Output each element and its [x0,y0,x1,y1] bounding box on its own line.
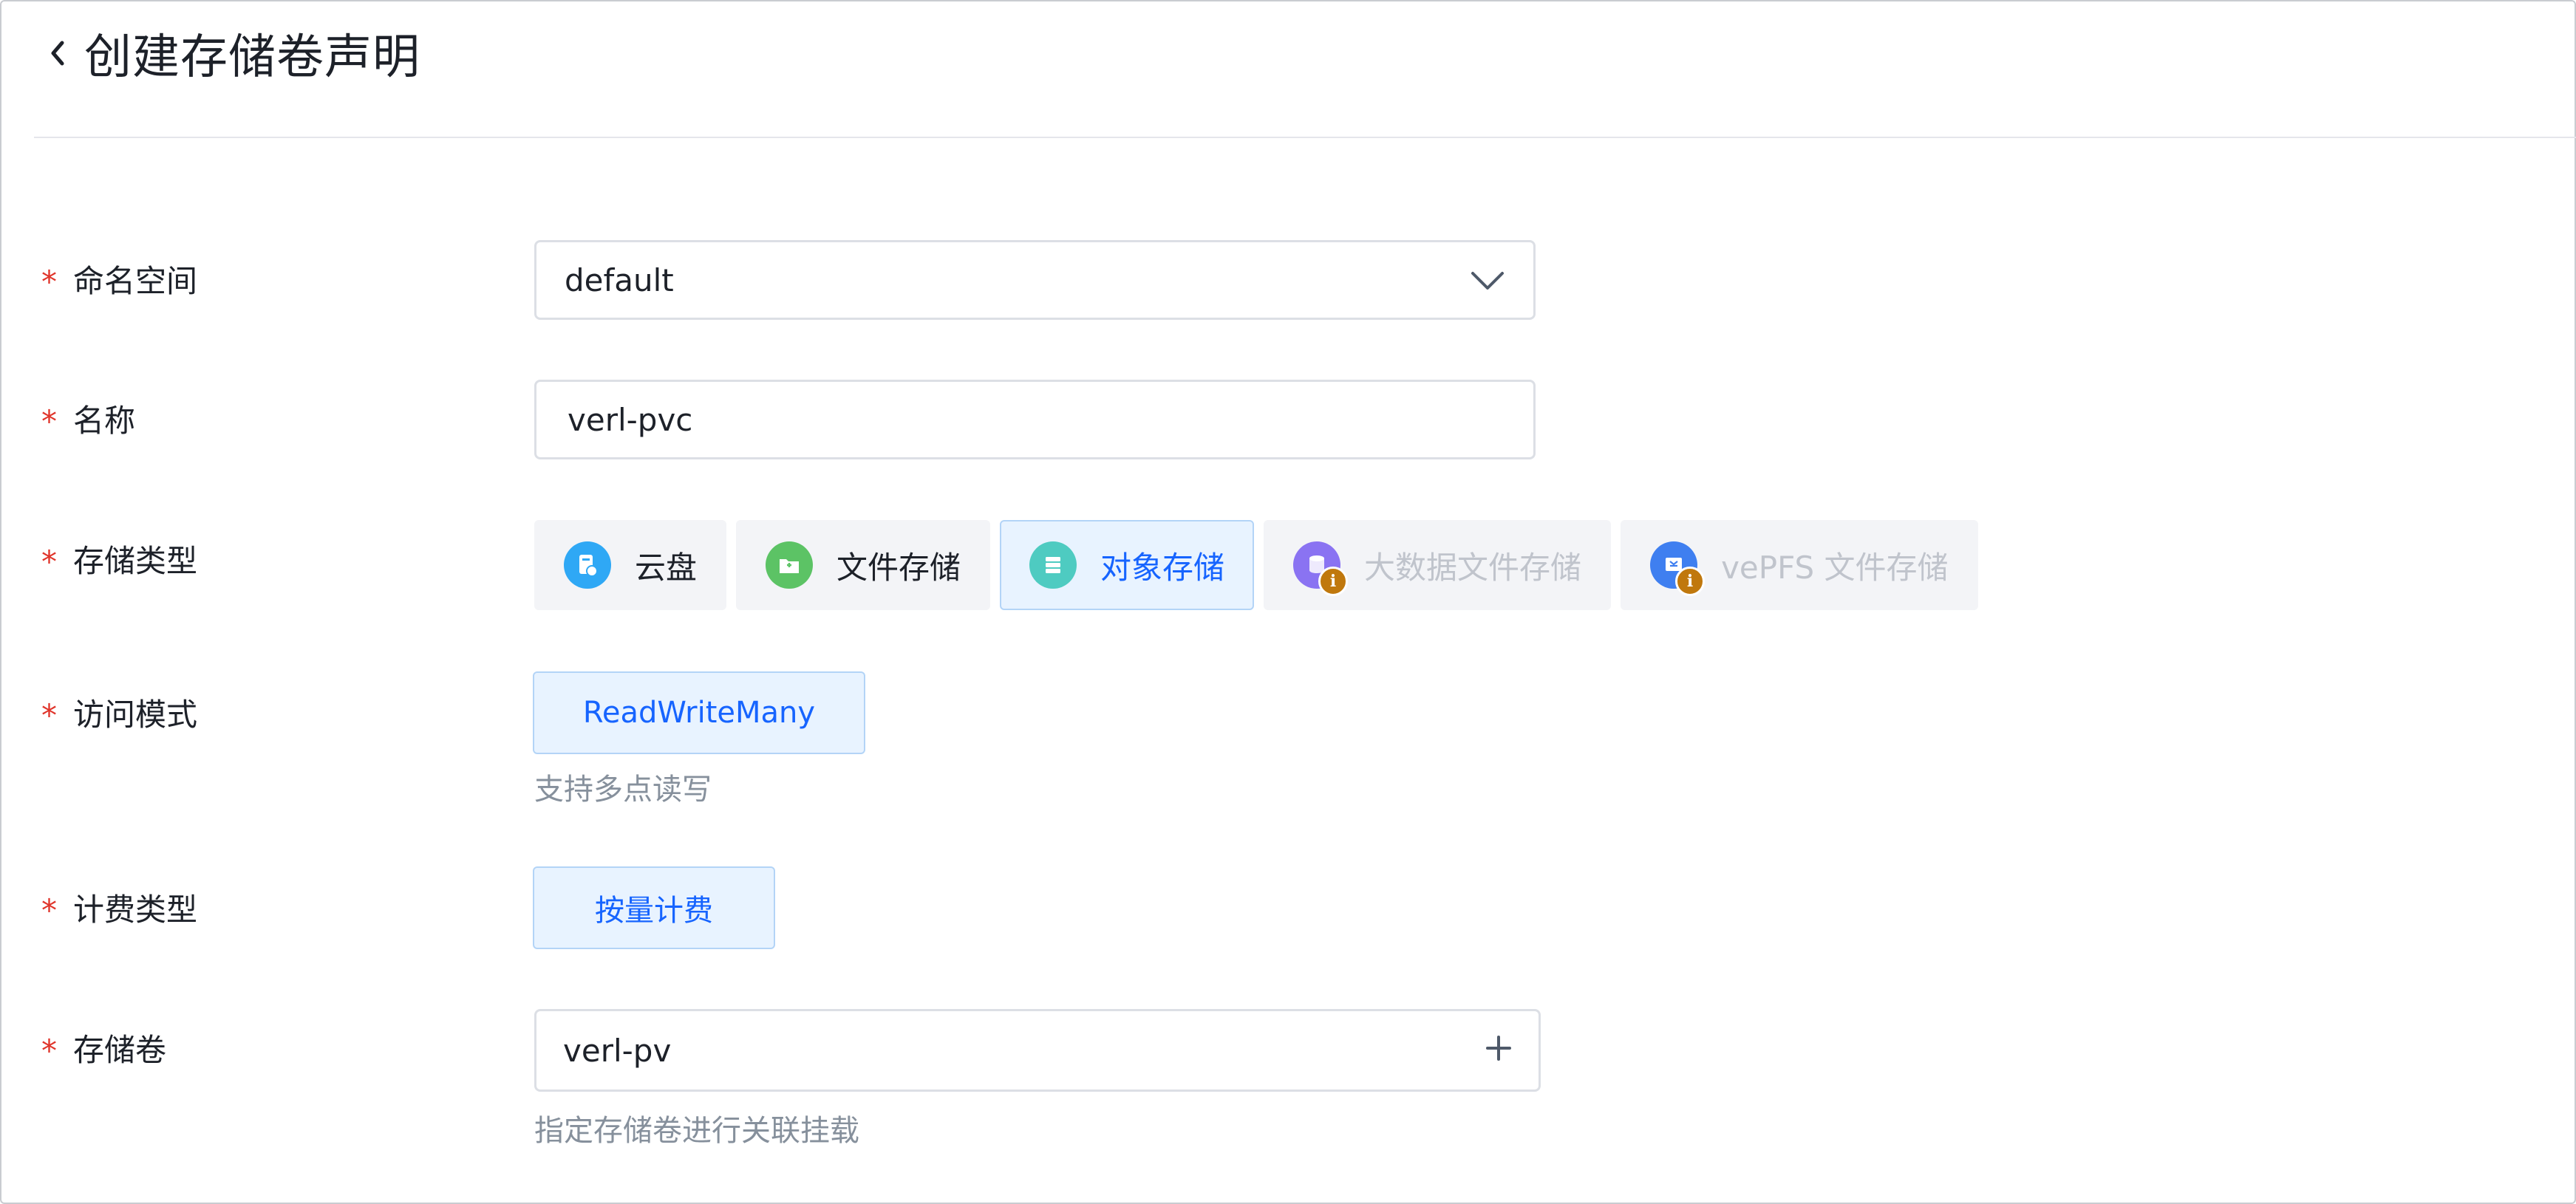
volume-label: * 存储卷 [41,1025,166,1070]
namespace-label: * 命名空间 [41,256,197,301]
page-title: 创建存储卷声明 [84,30,420,85]
storage-option-cloud-disk[interactable]: 云盘 [534,520,727,610]
info-icon: i [1318,567,1349,596]
billing-type-pay-as-you-go[interactable]: 按量计费 [533,866,775,949]
access-mode-hint: 支持多点读写 [534,773,712,807]
page-frame: 创建存储卷声明 * 命名空间 default * 名称 verl-pvc * 存… [0,0,2576,1204]
storage-option-label: 云盘 [635,549,698,586]
access-mode-label-text: 访问模式 [73,696,198,733]
volume-select-value: verl-pv [563,1032,672,1069]
storage-option-label: 大数据文件存储 [1364,549,1582,586]
namespace-label-text: 命名空间 [73,262,198,299]
access-mode-label: * 访问模式 [41,690,197,734]
storage-type-label-text: 存储类型 [73,542,198,579]
volume-hint: 指定存储卷进行关联挂载 [534,1114,859,1148]
header-divider [34,137,2576,138]
billing-type-label: * 计费类型 [41,885,197,929]
required-mark: * [41,403,57,439]
namespace-select[interactable]: default [534,240,1536,320]
file-storage-icon [766,541,814,589]
cloud-disk-icon [564,541,611,589]
storage-type-label: * 存储类型 [41,536,197,581]
chevron-down-icon [1470,262,1505,298]
storage-option-vepfs-storage[interactable]: i vePFS 文件存储 [1621,520,1978,610]
volume-select[interactable]: verl-pv [534,1009,1541,1092]
vepfs-storage-icon: i [1650,541,1706,596]
storage-option-label: 文件存储 [836,549,961,586]
page-header: 创建存储卷声明 [43,18,420,89]
storage-option-bigdata-storage[interactable]: i 大数据文件存储 [1264,520,1612,610]
required-mark: * [41,543,57,580]
object-storage-icon [1029,541,1077,589]
name-label-text: 名称 [73,402,136,439]
billing-type-label-text: 计费类型 [73,891,198,928]
required-mark: * [41,1032,57,1069]
name-input-value: verl-pvc [568,401,693,438]
storage-option-label: 对象存储 [1100,549,1225,586]
info-icon: i [1675,567,1706,596]
required-mark: * [41,697,57,733]
required-mark: * [41,892,57,928]
name-input[interactable]: verl-pvc [534,380,1536,459]
storage-option-label: vePFS 文件存储 [1721,549,1949,586]
required-mark: * [41,263,57,300]
storage-option-object-storage[interactable]: 对象存储 [1000,520,1255,610]
access-mode-readwritemany[interactable]: ReadWriteMany [533,671,865,754]
bigdata-storage-icon: i [1293,541,1349,596]
chevron-left-icon[interactable] [43,31,72,75]
plus-icon[interactable] [1485,1033,1512,1069]
storage-type-options: 云盘 文件存储 对象存储 i 大数据文件存储 i vePFS 文件存储 [534,520,1978,610]
volume-label-text: 存储卷 [73,1031,167,1068]
storage-option-file-storage[interactable]: 文件存储 [736,520,991,610]
namespace-select-value: default [565,261,674,298]
name-label: * 名称 [41,396,135,440]
